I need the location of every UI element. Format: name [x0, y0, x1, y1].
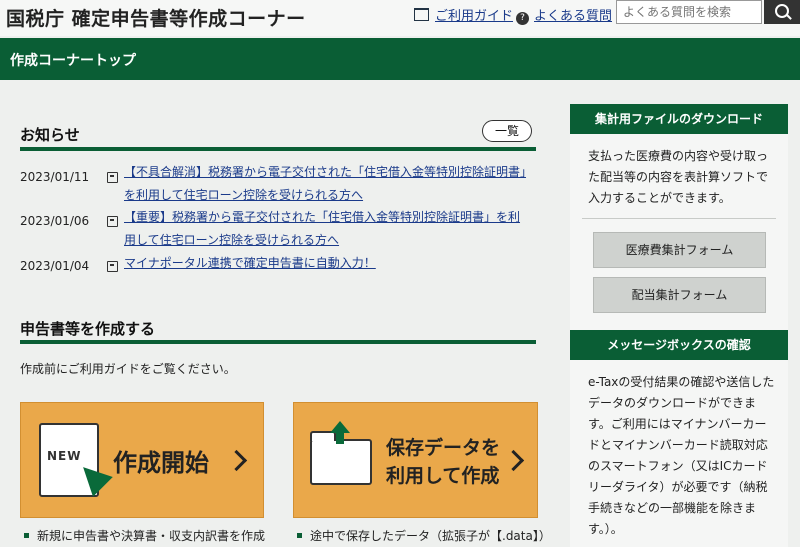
notice-date: 2023/01/04: [20, 259, 90, 273]
search-button[interactable]: [764, 0, 800, 24]
header: 国税庁 確定申告書等作成コーナー ご利用ガイド ? よくある質問: [0, 0, 800, 36]
search-input[interactable]: [616, 0, 762, 24]
site-title[interactable]: 国税庁 確定申告書等作成コーナー: [6, 4, 306, 31]
faq-link-label[interactable]: よくある質問: [534, 9, 612, 24]
upload-arrow-icon: [330, 421, 350, 444]
download-panel-title: 集計用ファイルのダウンロード: [570, 104, 788, 134]
message-box-text: e-Taxの受付結果の確認や送信したデータのダウンロードができます。ご利用にはマ…: [588, 375, 775, 536]
use-saved-label-line2: 利用して作成: [386, 465, 500, 487]
chevron-right-icon: [502, 449, 525, 472]
chevron-right-icon: [225, 449, 248, 472]
divider: [582, 218, 776, 219]
create-heading: 申告書等を作成する: [20, 320, 156, 338]
notices-heading: お知らせ: [20, 126, 80, 144]
dividend-form-button[interactable]: 配当集計フォーム: [593, 277, 766, 313]
create-divider: [20, 340, 536, 344]
medical-expense-form-button[interactable]: 医療費集計フォーム: [593, 232, 766, 268]
question-icon: ?: [516, 12, 529, 25]
start-new-button[interactable]: NEW 作成開始: [20, 402, 264, 518]
notice-date: 2023/01/11: [20, 170, 90, 184]
faq-link[interactable]: ? よくある質問: [516, 5, 612, 25]
folder-icon: [310, 431, 372, 485]
notice-link[interactable]: マイナポータル連携で確定申告書に自動入力！: [124, 252, 528, 275]
notice-date: 2023/01/06: [20, 214, 90, 228]
new-badge: NEW: [47, 449, 82, 463]
notice-list-button[interactable]: 一覧: [482, 120, 532, 142]
guide-link-label[interactable]: ご利用ガイド: [435, 9, 513, 24]
notices-divider: [20, 147, 536, 151]
use-saved-data-button[interactable]: 保存データを 利用して作成: [293, 402, 538, 518]
book-icon: [414, 8, 429, 21]
window-icon: [107, 172, 118, 183]
use-saved-label-line1: 保存データを: [386, 437, 501, 459]
notice-link[interactable]: 【不具合解消】税務署から電子交付された「住宅借入金等特別控除証明書」を利用して住…: [124, 161, 528, 207]
new-button-description: 新規に申告書や決算書・収支内訳書を作成: [24, 527, 265, 544]
window-icon: [107, 216, 118, 227]
download-panel-text: 支払った医療費の内容や受け取った配当等の内容を表計算ソフトで入力することができま…: [588, 149, 769, 205]
notice-link[interactable]: 【重要】税務署から電子交付された「住宅借入金等特別控除証明書」を利用して住宅ロー…: [124, 206, 528, 252]
start-new-label: 作成開始: [113, 449, 209, 477]
page-title: 作成コーナートップ: [10, 53, 136, 69]
guide-link[interactable]: ご利用ガイド: [414, 5, 513, 24]
window-icon: [107, 261, 118, 272]
create-intro: 作成前にご利用ガイドをご覧ください。: [20, 362, 236, 376]
message-box-title: メッセージボックスの確認: [570, 330, 788, 360]
saved-button-description: 途中で保存したデータ（拡張子が【.data】）: [297, 527, 551, 544]
page-title-bar: 作成コーナートップ: [0, 38, 800, 80]
